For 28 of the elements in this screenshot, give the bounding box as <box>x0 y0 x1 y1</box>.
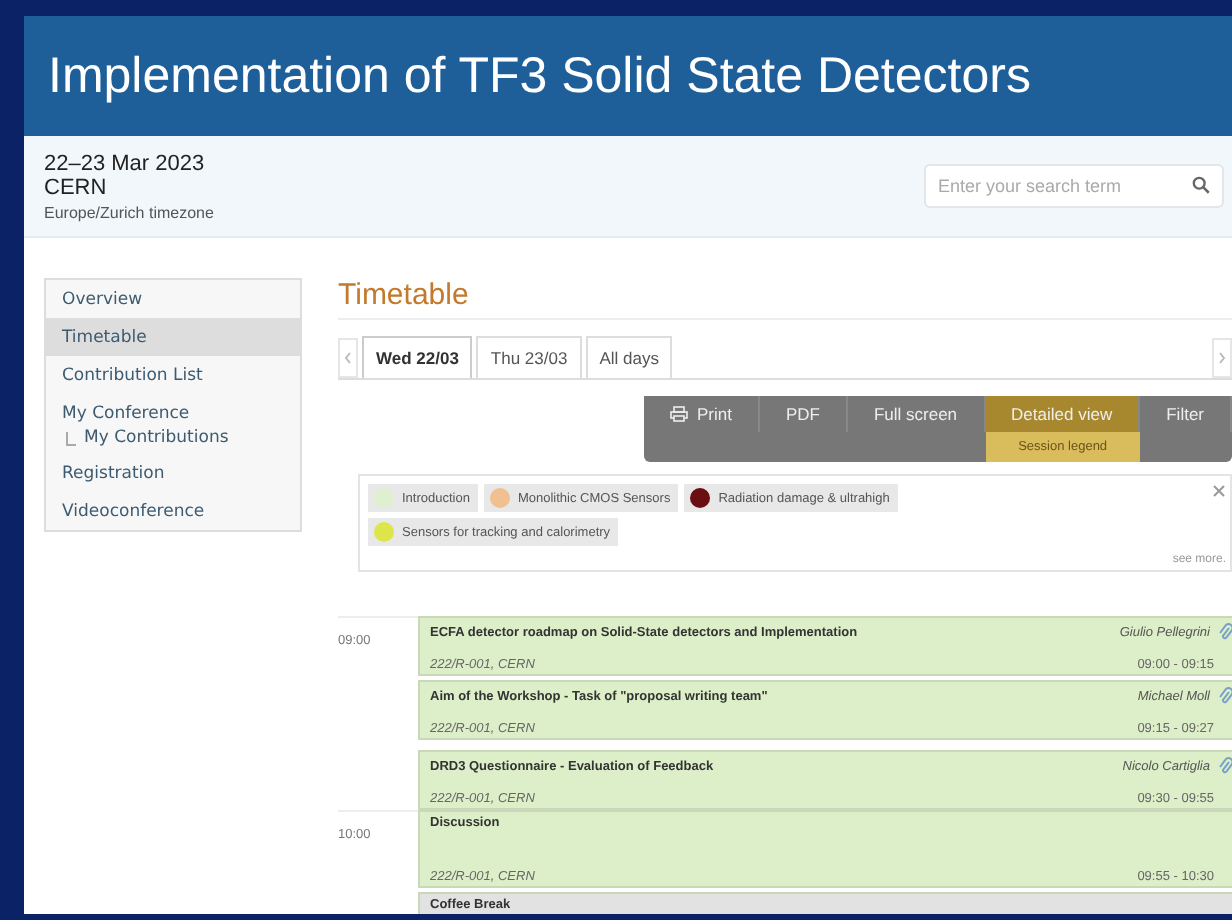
event-venue: CERN <box>44 175 109 199</box>
event-dates: 22–23 Mar 2023 <box>44 151 207 175</box>
paperclip-icon[interactable] <box>1218 622 1232 642</box>
toolbar-button[interactable]: Print <box>644 396 760 432</box>
sidebar-item[interactable]: Videoconference <box>46 492 300 530</box>
search-icon <box>1192 176 1210 194</box>
day-tab[interactable]: All days <box>585 336 673 378</box>
timezone-text: Europe/Zurich timezone <box>44 203 214 221</box>
printer-icon <box>670 406 689 422</box>
day-tab[interactable]: Thu 23/03 <box>476 336 582 378</box>
scroll-left-button[interactable] <box>338 338 358 378</box>
sidebar-item[interactable]: Contribution List <box>46 356 300 394</box>
day-tab[interactable]: Wed 22/03 <box>362 336 473 378</box>
paperclip-icon[interactable] <box>1218 686 1232 706</box>
chevron-left-icon <box>344 352 352 364</box>
tree-corner-icon <box>66 431 76 445</box>
event-title: Implementation of TF3 Solid State Detectors <box>48 47 1031 105</box>
sidebar-item[interactable]: Timetable <box>46 318 300 356</box>
chevron-right-icon <box>1218 352 1226 364</box>
page-heading: Timetable <box>338 278 1232 320</box>
sidebar-subitem[interactable]: My Contributions <box>84 428 229 448</box>
close-icon[interactable] <box>1212 484 1226 498</box>
search-field[interactable]: Enter your search term <box>924 164 1224 208</box>
paperclip-icon[interactable] <box>1218 756 1232 776</box>
sidebar-item[interactable]: Registration <box>46 454 300 492</box>
scroll-right-button[interactable] <box>1212 338 1232 378</box>
sidebar-item[interactable]: Overview <box>46 280 300 318</box>
sidebar-item[interactable]: My Conference <box>46 394 300 432</box>
